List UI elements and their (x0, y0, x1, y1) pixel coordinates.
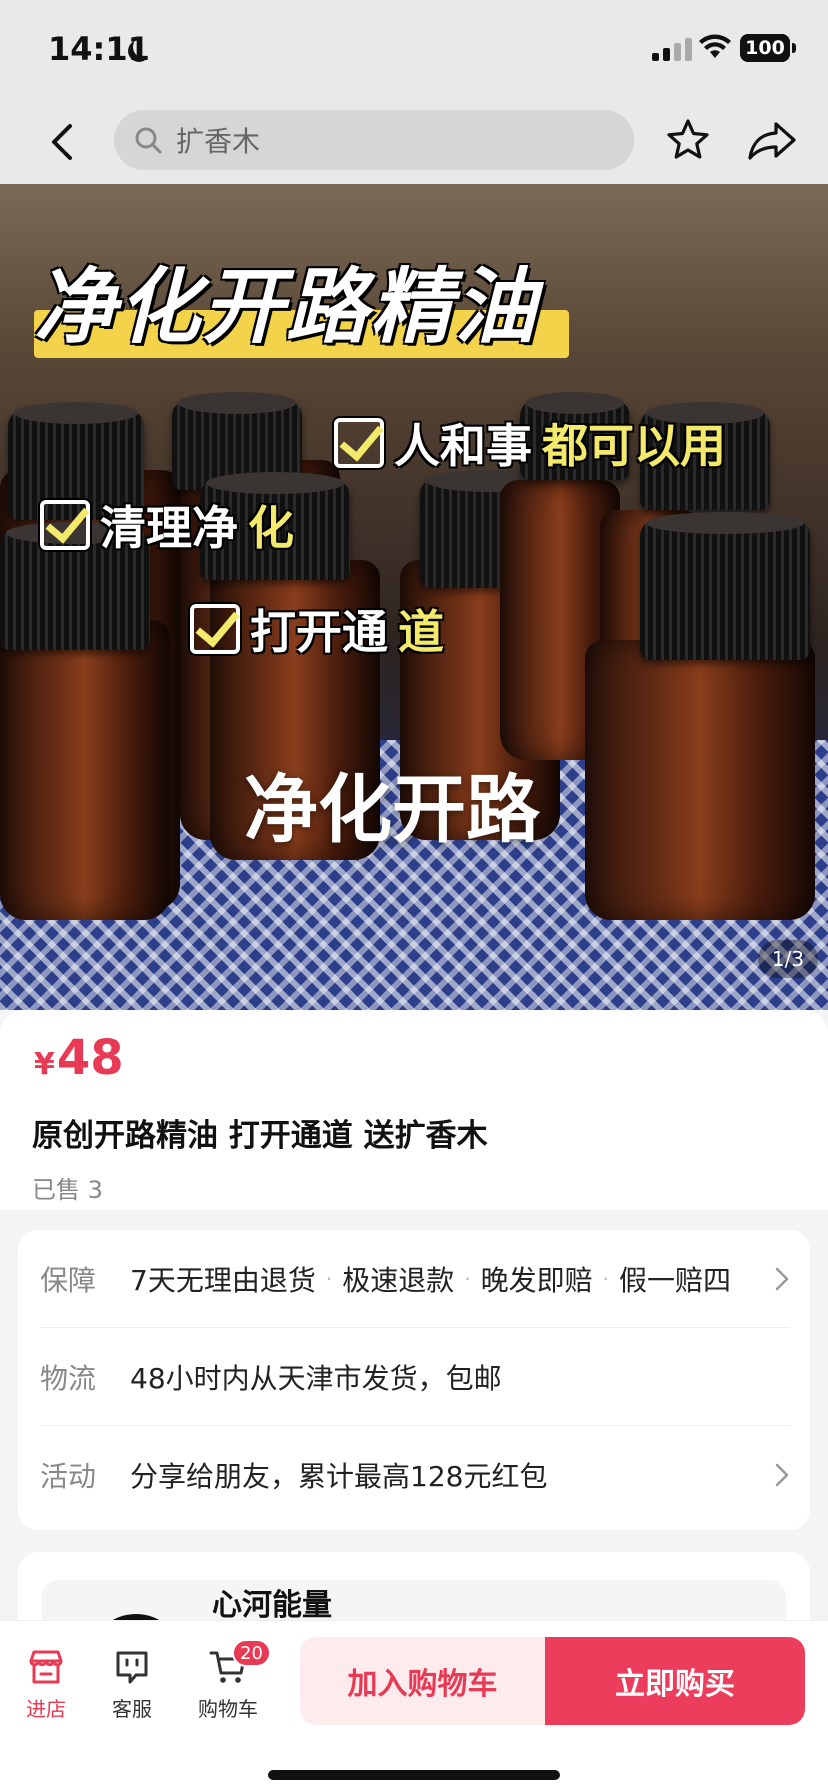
chat-icon (116, 1651, 148, 1684)
promo-row[interactable]: 活动 分享给朋友，累计最高128元红包 (40, 1426, 790, 1524)
checkbox-icon (40, 500, 90, 550)
promo-value: 分享给朋友，累计最高128元红包 (130, 1460, 548, 1493)
guarantee-values: 7天无理由退货 · 极速退款 · 晚发即赔 · 假一赔四 (130, 1259, 731, 1299)
share-icon[interactable] (746, 116, 798, 164)
shop-name: 心河能量 (212, 1588, 332, 1623)
wifi-icon (699, 34, 731, 58)
currency-symbol: ¥ (34, 1047, 55, 1082)
hero-check-1-highlight: 都可以用 (542, 419, 726, 473)
separator-dot: · (325, 1266, 333, 1291)
shipping-label: 物流 (40, 1361, 97, 1395)
hero-check-3-highlight: 道 (398, 605, 444, 659)
hero-check-2-highlight: 化 (248, 501, 294, 555)
guarantee-item: 假一赔四 (618, 1263, 731, 1297)
search-icon (135, 127, 162, 154)
cart-count-badge: 20 (232, 1639, 271, 1667)
battery-icon: 100 (740, 34, 796, 62)
service-panel: 保障 7天无理由退货 · 极速退款 · 晚发即赔 · 假一赔四 物流 48小时内… (18, 1230, 810, 1530)
cart-label: 购物车 (198, 1697, 258, 1721)
shipping-value: 48小时内从天津市发货，包邮 (130, 1361, 502, 1395)
store-label: 进店 (26, 1697, 66, 1721)
cart-button[interactable]: 20 购物车 (188, 1639, 271, 1722)
hero-check-1-text: 人和事 (394, 419, 532, 473)
bottle (0, 620, 170, 920)
hero-check-1: 人和事 都可以用 (334, 410, 726, 476)
chevron-right-icon (775, 1463, 789, 1487)
buy-now-button[interactable]: 立即购买 (545, 1637, 805, 1725)
back-arrow-icon[interactable] (40, 118, 88, 166)
star-icon[interactable] (664, 116, 712, 164)
chevron-right-icon (775, 1267, 789, 1291)
product-info-card: ¥ 48 原创开路精油 打开通道 送扩香木 已售 3 (0, 1010, 828, 1210)
hero-title-text: 净化开路精油 (34, 260, 538, 355)
service-label: 客服 (112, 1697, 152, 1721)
hero-caption: 净化开路 (244, 767, 540, 853)
separator-dot: · (602, 1266, 609, 1291)
add-to-cart-button[interactable]: 加入购物车 (300, 1637, 545, 1725)
hero-check-2: 清理净化 (40, 492, 294, 558)
guarantee-label: 保障 (40, 1263, 97, 1297)
bottle-cap (640, 512, 810, 660)
bottle (585, 640, 815, 920)
hero-check-2-text: 清理净 (100, 501, 238, 555)
top-nav: 扩香木 (0, 100, 828, 184)
promo-label: 活动 (40, 1460, 97, 1493)
search-placeholder: 扩香木 (176, 125, 261, 158)
guarantee-item: 晚发即赔 (480, 1263, 593, 1297)
checkbox-icon (190, 604, 240, 654)
store-icon (29, 1650, 63, 1684)
sold-count: 已售 3 (32, 1176, 103, 1204)
hero-check-3-text: 打开通 (250, 605, 388, 659)
guarantee-item: 7天无理由退货 (130, 1263, 316, 1297)
hero-title: 净化开路精油 (34, 240, 574, 360)
price-value: 48 (56, 1030, 124, 1086)
guarantee-row[interactable]: 保障 7天无理由退货 · 极速退款 · 晚发即赔 · 假一赔四 (40, 1230, 790, 1328)
hero-check-3: 打开通道 (190, 596, 444, 662)
image-pager: 1/3 (758, 940, 818, 978)
cellular-signal-icon (652, 38, 692, 61)
product-price: ¥ 48 (34, 1030, 124, 1086)
bottom-action-bar: 进店 客服 20 购物车 加入购物车 立即购买 (0, 1620, 828, 1792)
checkbox-icon (334, 418, 384, 468)
customer-service-button[interactable]: 客服 (92, 1647, 172, 1722)
home-indicator (268, 1770, 560, 1780)
guarantee-item: 极速退款 (342, 1263, 455, 1297)
separator-dot: · (464, 1266, 471, 1291)
product-title: 原创开路精油 打开通道 送扩香木 (32, 1118, 488, 1154)
search-bar[interactable]: 扩香木 (114, 110, 634, 170)
status-bar: 14:11 100 (0, 0, 828, 100)
shipping-row: 物流 48小时内从天津市发货，包邮 (40, 1328, 790, 1426)
store-button[interactable]: 进店 (6, 1647, 86, 1722)
